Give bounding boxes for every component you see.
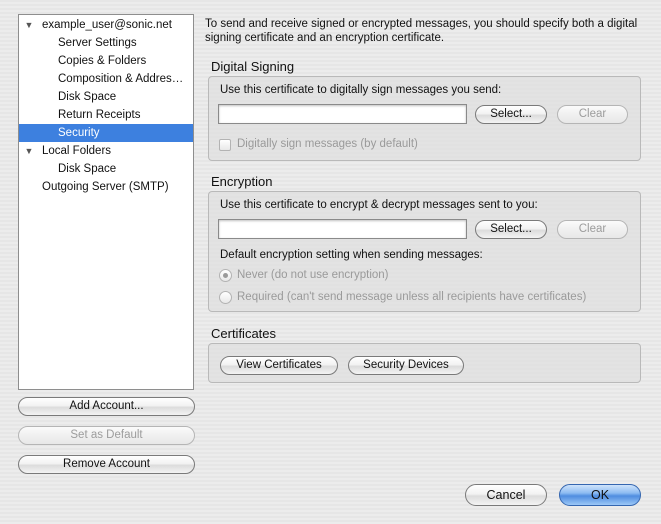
never-encrypt-label: Never (do not use encryption) — [237, 269, 389, 281]
tree-item-label: example_user@sonic.net — [42, 19, 172, 31]
account-tree[interactable]: ▼ example_user@sonic.net Server Settings… — [18, 14, 194, 390]
view-certificates-button[interactable]: View Certificates — [220, 356, 338, 375]
tree-item-label: Composition & Addres… — [58, 73, 184, 85]
add-account-button[interactable]: Add Account... — [18, 397, 195, 416]
tree-item-label: Outgoing Server (SMTP) — [42, 181, 169, 193]
encryption-select-button[interactable]: Select... — [475, 220, 547, 239]
tree-item-label: Local Folders — [42, 145, 112, 157]
disclosure-triangle-icon[interactable]: ▼ — [23, 16, 35, 34]
tree-item-local-folders[interactable]: ▼ Local Folders — [19, 142, 193, 160]
signing-cert-label: Use this certificate to digitally sign m… — [220, 84, 502, 96]
disclosure-triangle-icon[interactable]: ▼ — [23, 142, 35, 160]
encryption-cert-field[interactable] — [218, 219, 467, 239]
tree-item-label: Disk Space — [58, 163, 117, 175]
cancel-button[interactable]: Cancel — [465, 484, 547, 506]
encryption-title: Encryption — [211, 174, 273, 189]
set-as-default-button[interactable]: Set as Default — [18, 426, 195, 445]
tree-item-account[interactable]: ▼ example_user@sonic.net — [19, 16, 193, 34]
tree-item-label: Server Settings — [58, 37, 137, 49]
tree-item-return-receipts[interactable]: Return Receipts — [19, 106, 193, 124]
tree-item-label: Return Receipts — [58, 109, 141, 121]
signing-select-button[interactable]: Select... — [475, 105, 547, 124]
required-encrypt-radio[interactable] — [219, 291, 232, 304]
signing-clear-button[interactable]: Clear — [557, 105, 628, 124]
tree-item-label: Copies & Folders — [58, 55, 147, 67]
tree-item-server-settings[interactable]: Server Settings — [19, 34, 193, 52]
tree-item-composition[interactable]: Composition & Addres… — [19, 70, 193, 88]
tree-item-local-disk-space[interactable]: Disk Space — [19, 160, 193, 178]
remove-account-button[interactable]: Remove Account — [18, 455, 195, 474]
tree-item-label: Disk Space — [58, 91, 117, 103]
tree-item-security[interactable]: Security — [19, 124, 193, 142]
ok-button[interactable]: OK — [559, 484, 641, 506]
certificates-title: Certificates — [211, 326, 277, 341]
required-encrypt-label: Required (can't send message unless all … — [237, 291, 587, 303]
encryption-cert-label: Use this certificate to encrypt & decryp… — [220, 199, 538, 211]
signing-cert-field[interactable] — [218, 104, 467, 124]
tree-item-label: Security — [58, 127, 100, 139]
digitally-sign-label: Digitally sign messages (by default) — [237, 138, 418, 150]
intro-text: To send and receive signed or encrypted … — [205, 18, 638, 44]
never-encrypt-radio[interactable] — [219, 269, 232, 282]
digital-signing-title: Digital Signing — [211, 59, 295, 74]
tree-item-disk-space[interactable]: Disk Space — [19, 88, 193, 106]
encryption-clear-button[interactable]: Clear — [557, 220, 628, 239]
tree-item-outgoing-server[interactable]: Outgoing Server (SMTP) — [19, 178, 193, 196]
digitally-sign-checkbox[interactable] — [219, 139, 231, 151]
tree-item-copies-folders[interactable]: Copies & Folders — [19, 52, 193, 70]
default-encryption-label: Default encryption setting when sending … — [220, 249, 483, 261]
security-devices-button[interactable]: Security Devices — [348, 356, 464, 375]
